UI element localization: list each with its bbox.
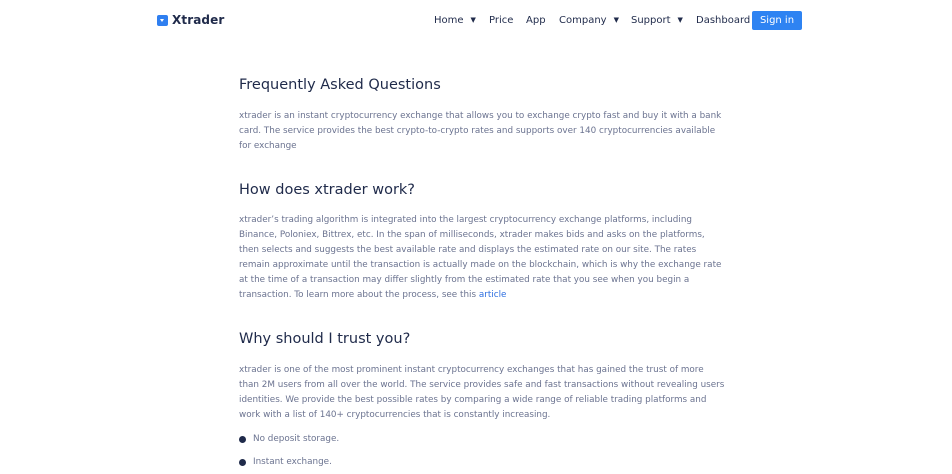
list-item-label: Instant exchange. — [253, 457, 332, 467]
xtrader-logo-icon — [157, 14, 168, 26]
brand-name: Xtrader — [172, 13, 225, 27]
sign-in-button[interactable]: Sign in — [752, 11, 802, 30]
nav-company[interactable]: Company ▼ — [559, 13, 619, 27]
trust-heading: Why should I trust you? — [239, 331, 411, 347]
brand-logo[interactable]: Xtrader — [157, 13, 224, 27]
faq-title: Frequently Asked Questions — [239, 77, 441, 93]
chevron-down-icon: ▼ — [677, 16, 683, 24]
article-link[interactable]: article — [479, 290, 507, 300]
bullet-dot-icon — [239, 435, 246, 443]
nav-app[interactable]: App — [526, 13, 546, 27]
nav-support[interactable]: Support ▼ — [631, 13, 683, 27]
list-item: Instant exchange. — [239, 456, 332, 468]
chevron-down-icon: ▼ — [613, 16, 619, 24]
faq-intro-text: xtrader is an instant cryptocurrency exc… — [239, 111, 722, 151]
nav-app-label: App — [526, 14, 546, 26]
bullet-dot-icon — [239, 458, 246, 466]
nav-dashboard-label: Dashboard — [696, 14, 751, 26]
nav-company-label: Company — [559, 14, 607, 26]
top-navigation-bar: Xtrader Home ▼ Price App Company ▼ Suppo… — [0, 0, 952, 40]
nav-price[interactable]: Price — [489, 13, 513, 27]
nav-home-label: Home — [434, 14, 464, 26]
list-item-label: No deposit storage. — [253, 434, 340, 444]
nav-home[interactable]: Home ▼ — [434, 13, 476, 27]
nav-price-label: Price — [489, 14, 514, 26]
nav-support-label: Support — [631, 14, 671, 26]
chevron-down-icon: ▼ — [470, 16, 476, 24]
nav-dashboard[interactable]: Dashboard — [696, 13, 750, 27]
trust-text: xtrader is one of the most prominent ins… — [239, 365, 725, 420]
how-it-works-text: xtrader’s trading algorithm is integrate… — [239, 213, 725, 303]
how-it-works-heading: How does xtrader work? — [239, 182, 415, 198]
how-it-works-body: xtrader’s trading algorithm is integrate… — [239, 215, 722, 300]
list-item: No deposit storage. — [239, 433, 339, 445]
